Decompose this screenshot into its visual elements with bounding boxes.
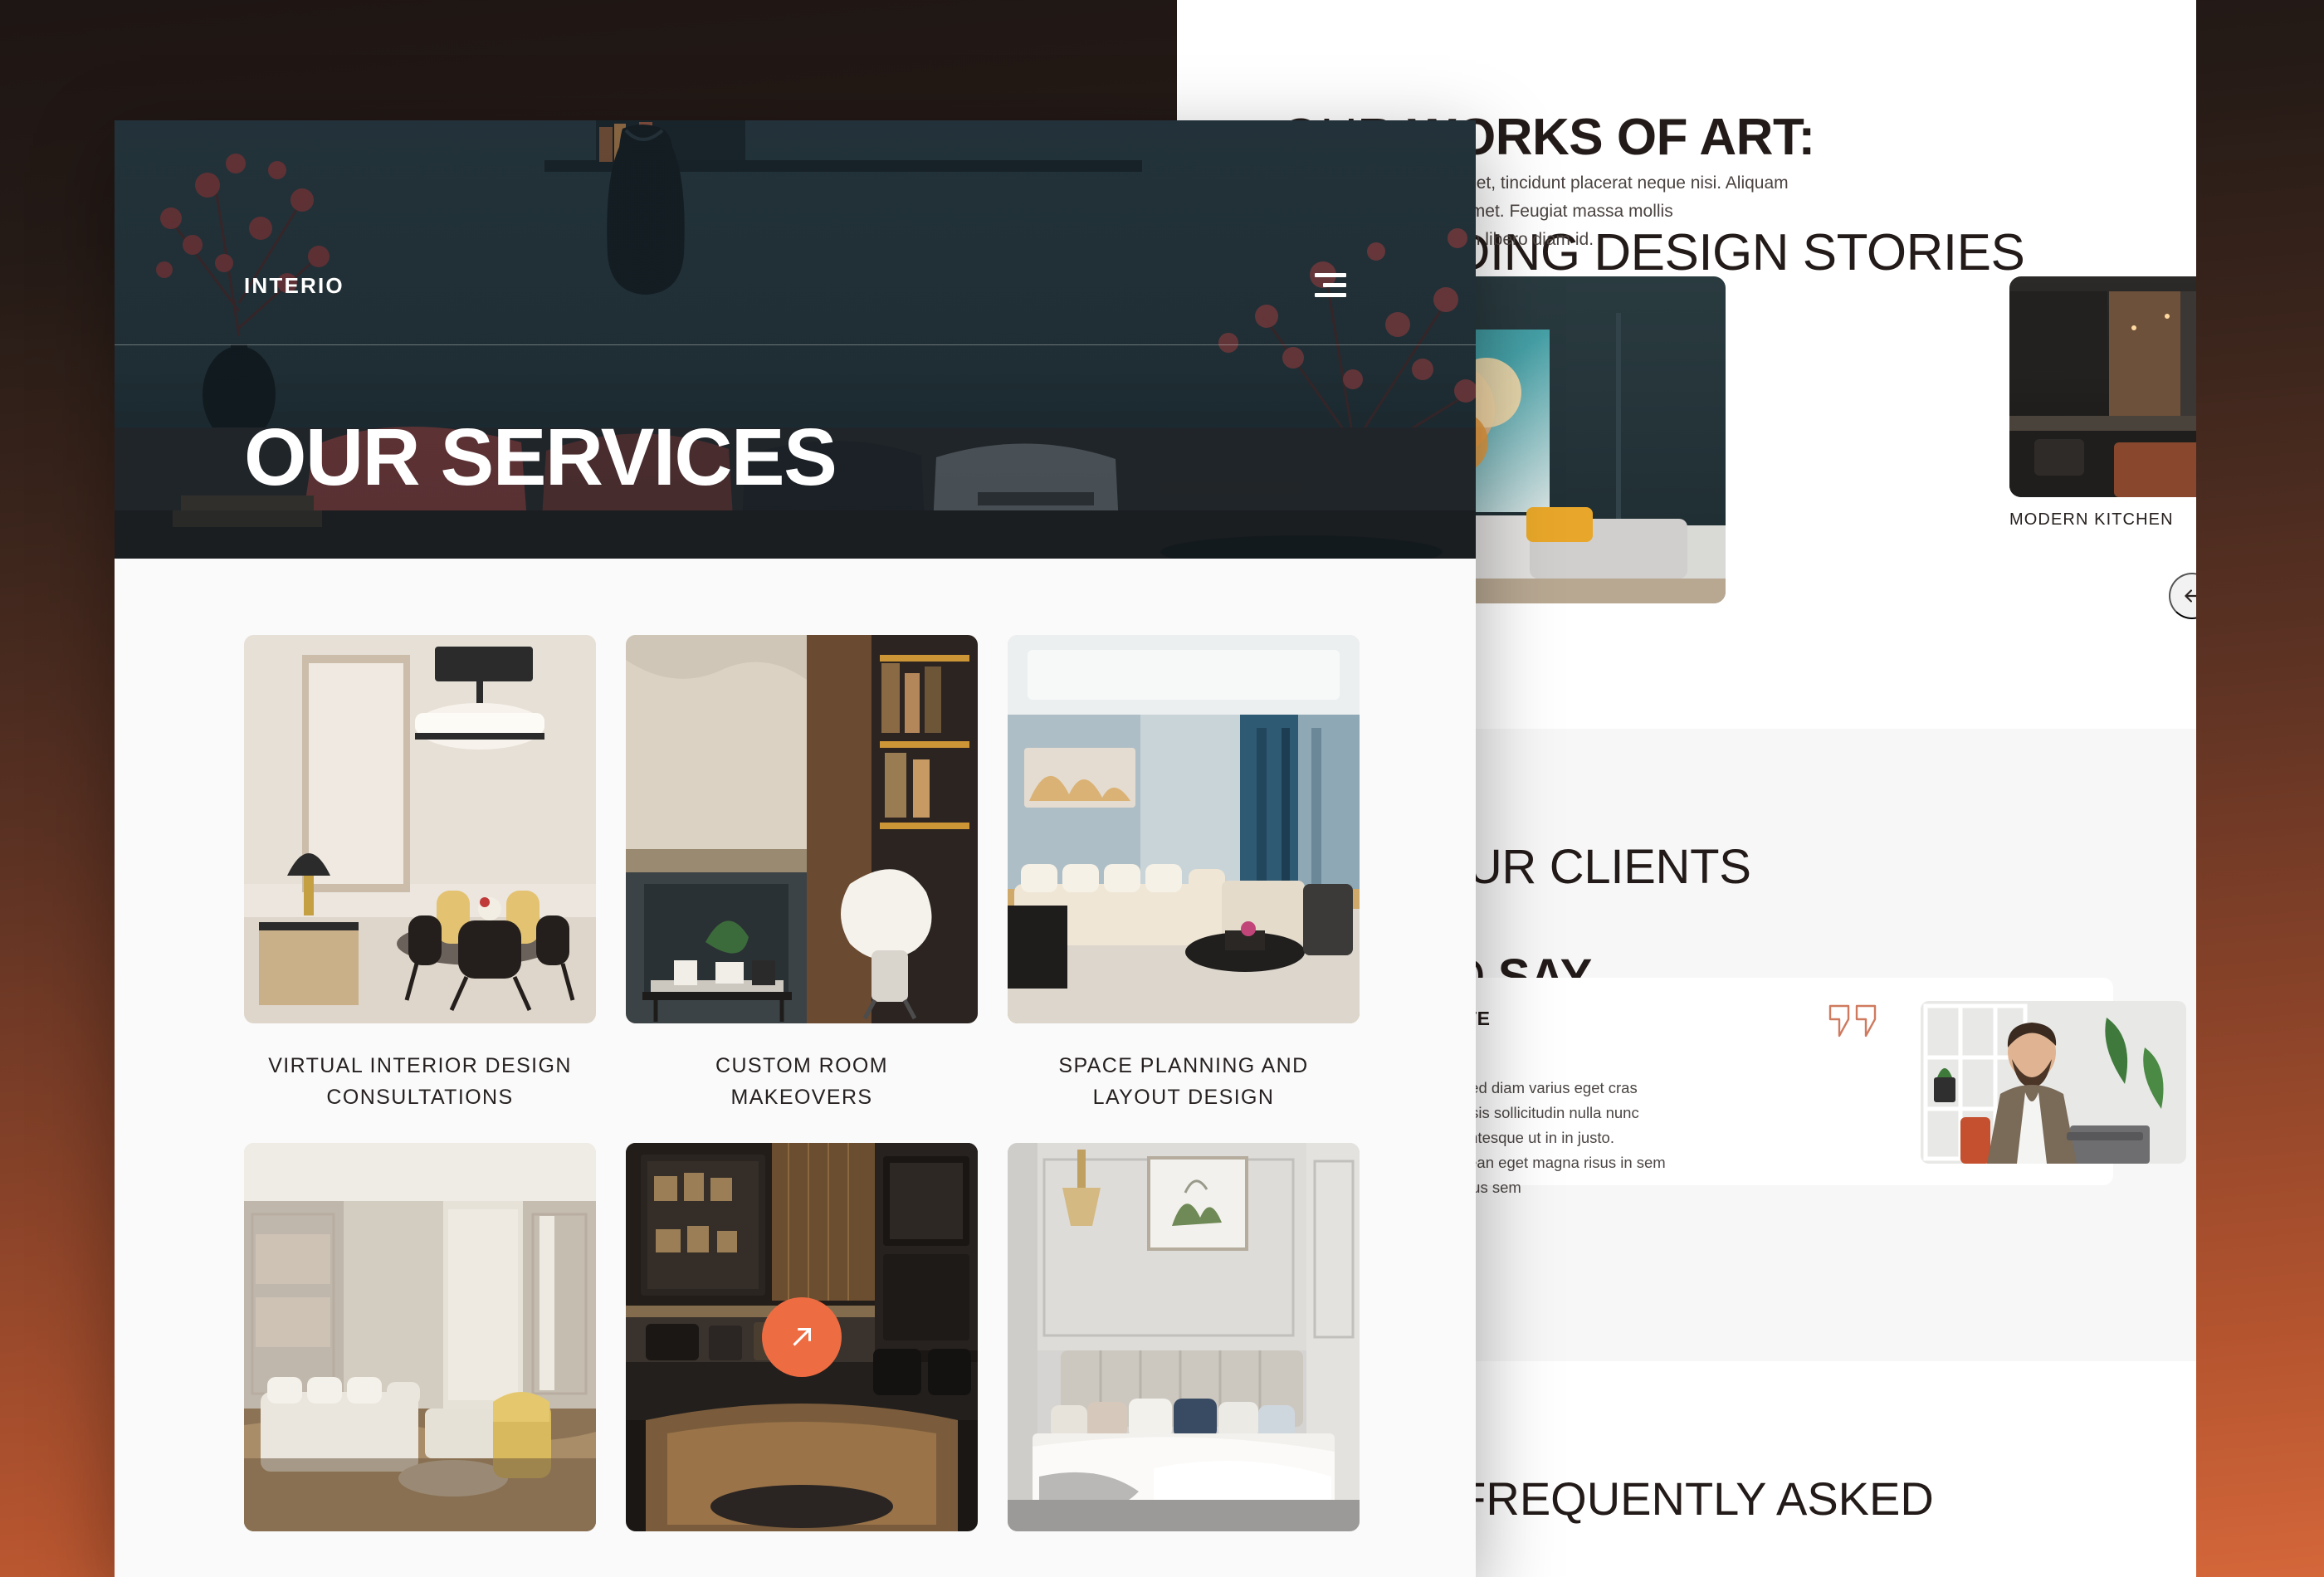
service-card-image	[244, 1143, 596, 1531]
services-grid-section: VIRTUAL INTERIOR DESIGN CONSULTATIONS CU…	[115, 559, 1476, 1559]
hero-banner: INTERIO OUR SERVICES HOME / SERVICES	[115, 120, 1476, 559]
service-card-image	[626, 635, 978, 1023]
service-card[interactable]	[1008, 1143, 1360, 1559]
page-title: OUR SERVICES	[244, 412, 837, 502]
service-card-title: VIRTUAL INTERIOR DESIGN CONSULTATIONS	[268, 1054, 572, 1109]
brand-logo[interactable]: INTERIO	[244, 273, 344, 299]
quote-marks-icon	[1827, 1003, 1878, 1045]
service-card-arrow-button[interactable]	[762, 1297, 842, 1377]
service-card[interactable]: VIRTUAL INTERIOR DESIGN CONSULTATIONS	[244, 635, 596, 1113]
service-card-image	[1008, 1143, 1360, 1531]
services-grid: VIRTUAL INTERIOR DESIGN CONSULTATIONS CU…	[244, 635, 1476, 1559]
service-card[interactable]: CUSTOM ROOM MAKEOVERS	[626, 635, 978, 1113]
arrow-up-right-icon	[793, 1327, 812, 1346]
portfolio-card-label-modern-kitchen: MODERN KITCHEN	[2009, 510, 2174, 529]
hamburger-icon[interactable]	[1315, 273, 1346, 297]
hamburger-line-1	[1315, 273, 1346, 277]
arrow-left-icon	[2185, 589, 2196, 603]
portfolio-card-modern-kitchen[interactable]	[2009, 276, 2196, 497]
service-card-image	[626, 1143, 978, 1531]
services-page-panel: INTERIO OUR SERVICES HOME / SERVICES	[115, 120, 1476, 1577]
service-card-title: CUSTOM ROOM MAKEOVERS	[715, 1054, 888, 1109]
service-card-image	[244, 635, 596, 1023]
carousel-prev-button[interactable]	[2169, 573, 2196, 619]
service-card[interactable]: SPACE PLANNING AND LAYOUT DESIGN	[1008, 635, 1360, 1113]
hamburger-line-3	[1315, 293, 1346, 297]
header-divider	[115, 344, 1476, 345]
service-card[interactable]	[626, 1143, 978, 1559]
service-card-image	[1008, 635, 1360, 1023]
hamburger-line-2	[1323, 283, 1346, 287]
faq-heading-light: FREQUENTLY ASKED	[1457, 1472, 1934, 1525]
service-card-title: SPACE PLANNING AND LAYOUT DESIGN	[1058, 1054, 1309, 1109]
modern-kitchen-photo	[2009, 276, 2196, 497]
testimonial-author-photo	[1921, 1001, 2186, 1164]
service-card[interactable]	[244, 1143, 596, 1559]
